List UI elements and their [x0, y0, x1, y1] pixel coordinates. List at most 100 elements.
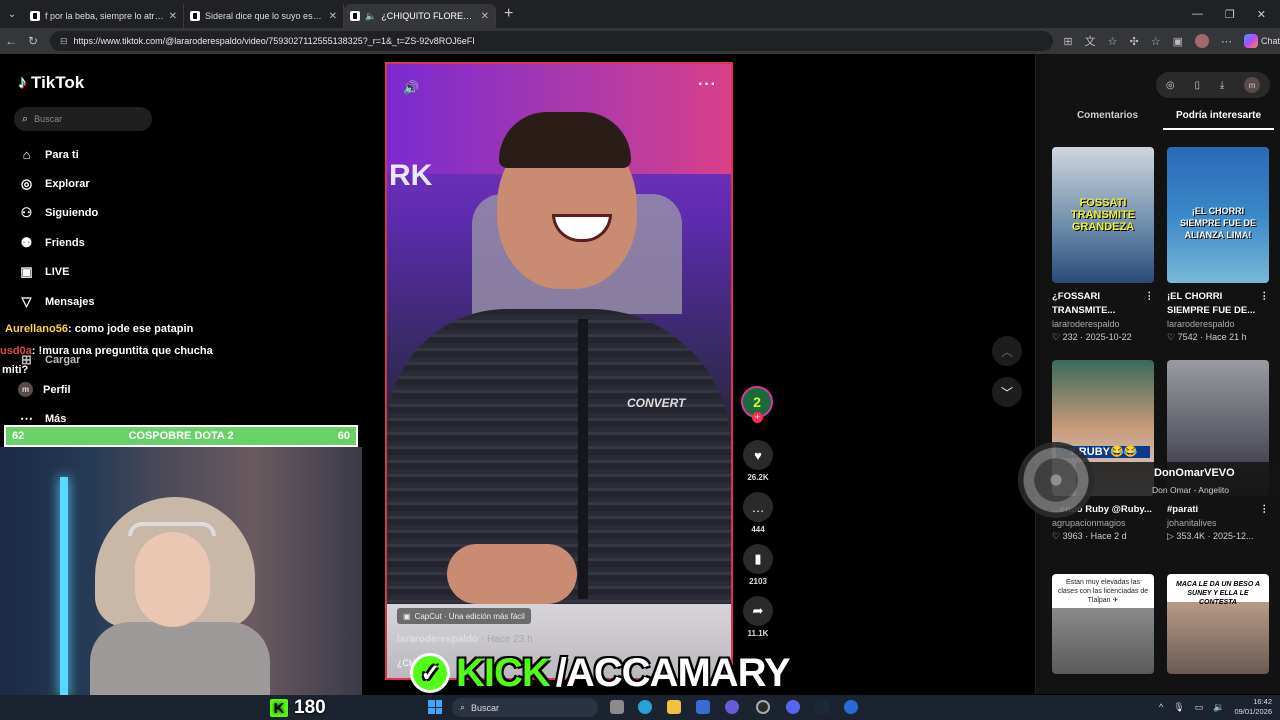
video-card[interactable]: ¡EL CHORRI SIEMPRE FUE DE ALIANZA LIMA! …: [1167, 147, 1269, 343]
favorite-star-icon[interactable]: ☆: [1108, 35, 1118, 48]
capcut-tag[interactable]: ▣ CapCut · Una edición más fácil: [397, 608, 531, 624]
sidebar-item-label: Friends: [45, 237, 85, 249]
more-icon[interactable]: ⋮: [1260, 290, 1270, 318]
collections-icon[interactable]: ▣: [1173, 35, 1183, 48]
tiktok-favicon-icon: [190, 11, 200, 21]
network-icon[interactable]: ▭: [1195, 702, 1204, 713]
sidebar-item-mensajes[interactable]: ▽ Mensajes: [18, 294, 95, 310]
video-card[interactable]: Estan muy elevadas las clases con las li…: [1052, 574, 1154, 674]
chat-separator: :: [67, 323, 75, 335]
close-tab-icon[interactable]: ✕: [329, 11, 337, 22]
sidebar-item-label: Siguiendo: [45, 207, 99, 219]
tab-comentarios[interactable]: Comentarios: [1052, 110, 1163, 130]
video-card[interactable]: FOSSATI TRANSMITE GRANDEZA ¿FOSSARI TRAN…: [1052, 147, 1154, 343]
sidebar-item-perfil[interactable]: m Perfil: [18, 382, 71, 397]
comment-button[interactable]: … 444: [740, 492, 776, 534]
sidebar-item-friends[interactable]: ⚉ Friends: [18, 235, 85, 251]
chat-text: miti?: [2, 364, 29, 376]
minimize-icon[interactable]: —: [1192, 8, 1203, 21]
close-tab-icon[interactable]: ✕: [481, 11, 489, 22]
next-video-button[interactable]: ﹀: [992, 377, 1022, 407]
microphone-icon[interactable]: 🎙: [1173, 702, 1184, 713]
more-icon[interactable]: ⋮: [1145, 290, 1155, 318]
browser-tab-active[interactable]: 🔈 ¿CHIQUITO FLORES LE VA A L ✕: [344, 4, 496, 28]
search-input[interactable]: ⌕ Buscar: [14, 107, 152, 131]
browser-tab[interactable]: f por la beba, siempre lo atrasan 🥱 ✕: [24, 4, 184, 28]
address-bar[interactable]: ⊟ https://www.tiktok.com/@lararoderespal…: [50, 31, 1054, 51]
comment-icon: …: [743, 492, 773, 522]
maximize-icon[interactable]: ❐: [1225, 8, 1235, 21]
share-button[interactable]: ➦ 11.1K: [740, 596, 776, 638]
system-tray: ^ 🎙 ▭ 🔉 16:42 09/01/2026: [1159, 697, 1272, 717]
like-button[interactable]: ♥ 26.2K: [740, 440, 776, 482]
browser-tab[interactable]: Sideral dice que lo suyo es lento s ✕: [184, 4, 344, 28]
translate-icon[interactable]: 文: [1085, 33, 1096, 49]
card-author: lararoderespaldo: [1167, 319, 1235, 329]
app-available-icon[interactable]: ⊞: [1063, 35, 1072, 48]
thumbnail-text: MACA LE DA UN BESO A SUNEY Y ELLA LE CON…: [1176, 581, 1260, 606]
taskbar-search[interactable]: ⌕ Buscar: [452, 698, 598, 717]
volume-icon[interactable]: 🔊: [403, 80, 419, 96]
video-player[interactable]: RK CONVERT 🔊 ··· ▣ CapCut · Una edición …: [385, 62, 733, 680]
favorites-icon[interactable]: ☆: [1151, 35, 1161, 48]
sidebar-item-live[interactable]: ▣ LIVE: [18, 264, 69, 280]
tiktok-favicon-icon: [30, 11, 40, 21]
task-view-icon[interactable]: [610, 700, 624, 714]
video-author[interactable]: lararoderespaldo · Hace 23 h: [397, 634, 533, 645]
previous-video-button[interactable]: ︿: [992, 336, 1022, 366]
tab-podria-interesarte[interactable]: Podría interesarte: [1163, 110, 1274, 130]
copilot-chat-button[interactable]: Chat: [1243, 34, 1280, 48]
card-title-text: ¡EL CHORRI SIEMPRE FUE DE...: [1167, 291, 1256, 316]
volume-icon[interactable]: 🔉: [1213, 702, 1224, 713]
back-icon[interactable]: ←: [0, 34, 22, 48]
profile-icon: m: [18, 382, 33, 397]
chevron-up-icon[interactable]: ^: [1159, 702, 1163, 712]
edge-icon[interactable]: [638, 700, 652, 714]
discord-icon[interactable]: [786, 700, 800, 714]
reload-icon[interactable]: ↻: [22, 34, 44, 48]
windows-start-icon[interactable]: [428, 700, 442, 714]
store-icon[interactable]: [696, 700, 710, 714]
kick-channel-banner: ✓ KICK/ACCAMARY: [410, 650, 791, 696]
tab-title: ¿CHIQUITO FLORES LE VA A L: [381, 11, 475, 21]
card-views: 3963: [1062, 531, 1083, 541]
clock-time: 16:42: [1253, 697, 1272, 706]
windows-taskbar: ⌕ Buscar ^ 🎙 ▭ 🔉 16:42 09/01/2026: [0, 695, 1280, 720]
sidebar-item-explorar[interactable]: ◎ Explorar: [18, 176, 90, 192]
compass-icon[interactable]: ◎: [1166, 80, 1175, 91]
follow-plus-icon[interactable]: +: [752, 412, 763, 423]
banner-channel-text: /ACCAMARY: [555, 650, 791, 695]
save-button[interactable]: ▮ 2103: [740, 544, 776, 586]
teams-icon[interactable]: [725, 700, 739, 714]
file-explorer-icon[interactable]: [667, 700, 681, 714]
steam-icon[interactable]: [815, 700, 829, 714]
new-tab-button[interactable]: +: [504, 5, 513, 23]
music-subtitle: Don Omar - Angelito: [1152, 485, 1230, 495]
sidebar-item-para-ti[interactable]: ⌂ Para ti: [18, 147, 79, 162]
profile-avatar[interactable]: m: [1244, 77, 1261, 93]
close-tab-icon[interactable]: ✕: [169, 11, 177, 22]
download-icon[interactable]: ⤓: [1220, 80, 1224, 91]
phone-icon[interactable]: ▯: [1194, 80, 1200, 91]
tiktok-logo[interactable]: ♪ TikTok: [18, 72, 84, 93]
card-views: 7542: [1177, 332, 1198, 342]
card-author: johanitalives: [1167, 518, 1217, 528]
close-window-icon[interactable]: ✕: [1257, 8, 1266, 21]
card-date: 2025-12...: [1212, 531, 1254, 541]
taskbar-clock[interactable]: 16:42 09/01/2026: [1234, 697, 1272, 717]
webcam-person-shirt: [90, 622, 270, 695]
chat-text: !mura una preguntita que chucha: [38, 345, 213, 357]
tab-list-chevron-icon[interactable]: ⌄: [0, 9, 24, 20]
speaker-icon[interactable]: 🔈: [365, 11, 376, 22]
site-info-icon[interactable]: ⊟: [60, 36, 68, 47]
app-icon[interactable]: [844, 700, 858, 714]
sidebar-item-siguiendo[interactable]: ⚇ Siguiendo: [18, 205, 99, 221]
more-options-icon[interactable]: ···: [698, 76, 717, 94]
menu-dots-icon[interactable]: ⋯: [1221, 35, 1232, 48]
browser-profile-avatar[interactable]: [1194, 34, 1209, 48]
card-stats: ♡ 7542 · Hace 21 h: [1167, 332, 1247, 342]
chat-username: usd0a: [0, 345, 32, 357]
extensions-icon[interactable]: ✣: [1129, 35, 1138, 48]
video-card[interactable]: MACA LE DA UN BESO A SUNEY Y ELLA LE CON…: [1167, 574, 1269, 674]
obs-icon[interactable]: [756, 700, 770, 714]
